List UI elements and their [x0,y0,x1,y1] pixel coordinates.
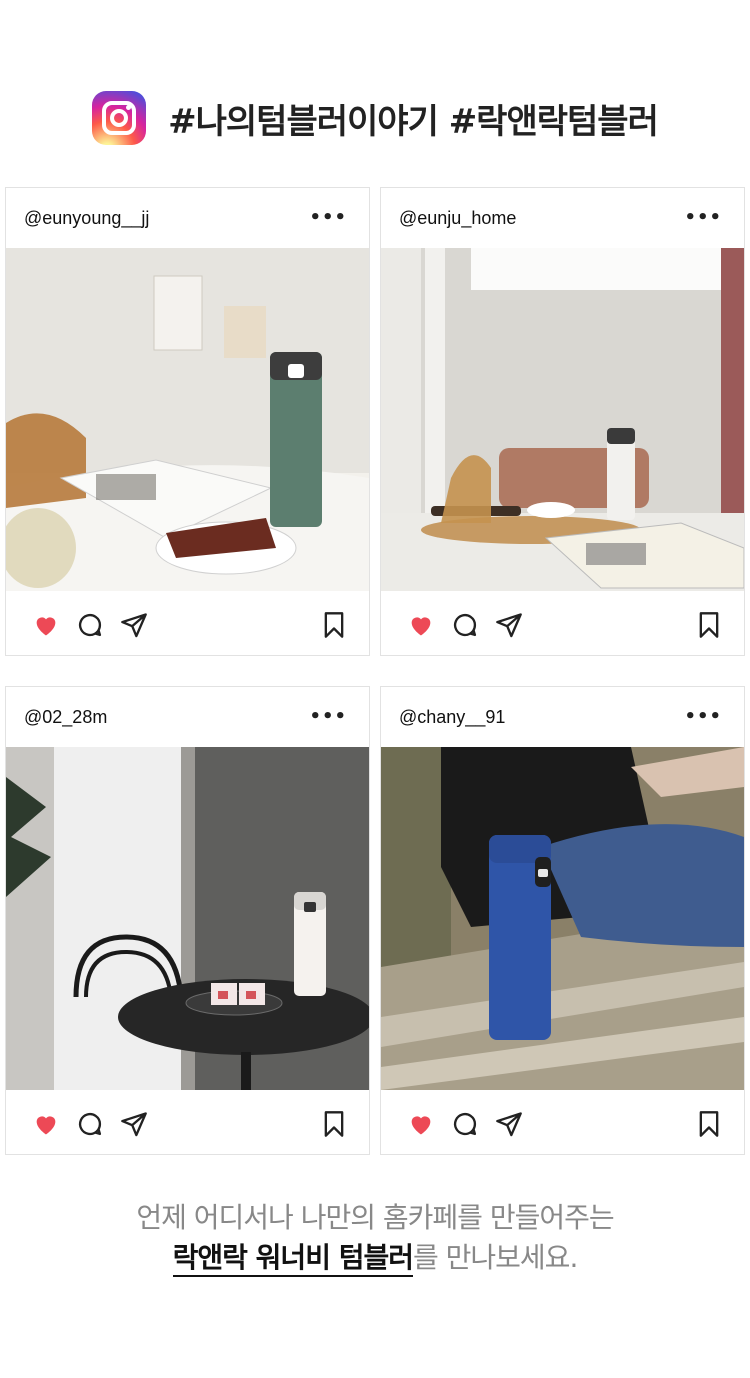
hashtag-title: #나의텀블러이야기 #락앤락텀블러 [168,101,659,142]
post-photo[interactable] [381,248,744,591]
like-heart-icon[interactable] [407,1110,435,1138]
like-heart-icon[interactable] [32,1110,60,1138]
post-photo[interactable] [381,747,744,1090]
share-icon[interactable] [120,611,148,639]
share-icon[interactable] [120,1110,148,1138]
promo-copy: 언제 어디서나 나만의 홈카페를 만들어주는 락앤락 워너비 텀블러를 만나보세… [0,1198,750,1278]
more-options-icon[interactable]: ••• [684,708,722,726]
post-card: @02_28m ••• [5,686,370,1155]
more-options-icon[interactable]: ••• [309,708,347,726]
like-heart-icon[interactable] [32,611,60,639]
post-card: @eunyoung__jj ••• [5,187,370,656]
promo-line-1: 언제 어디서나 나만의 홈카페를 만들어주는 [136,1201,614,1234]
comment-icon[interactable] [76,1110,104,1138]
bookmark-icon[interactable] [695,1110,723,1138]
promo-product-name: 락앤락 워너비 텀블러 [172,1241,414,1277]
instagram-icon [92,91,147,145]
like-heart-icon[interactable] [407,611,435,639]
more-options-icon[interactable]: ••• [309,209,347,227]
share-icon[interactable] [495,1110,523,1138]
bookmark-icon[interactable] [320,1110,348,1138]
post-card: @eunju_home ••• [380,187,745,656]
promo-line-2-rest: 를 만나보세요. [412,1241,578,1274]
post-photo[interactable] [6,747,369,1090]
more-options-icon[interactable]: ••• [684,209,722,227]
comment-icon[interactable] [451,611,479,639]
post-card: @chany__91 ••• [380,686,745,1155]
hashtag-header: #나의텀블러이야기 #락앤락텀블러 [0,88,750,148]
post-username[interactable]: @eunju_home [399,208,516,229]
comment-icon[interactable] [76,611,104,639]
post-photo[interactable] [6,248,369,591]
bookmark-icon[interactable] [695,611,723,639]
post-username[interactable]: @chany__91 [399,707,505,728]
post-username[interactable]: @eunyoung__jj [24,208,149,229]
comment-icon[interactable] [451,1110,479,1138]
share-icon[interactable] [495,611,523,639]
promo-line-2: 락앤락 워너비 텀블러를 만나보세요. [0,1238,750,1278]
post-username[interactable]: @02_28m [24,707,107,728]
bookmark-icon[interactable] [320,611,348,639]
